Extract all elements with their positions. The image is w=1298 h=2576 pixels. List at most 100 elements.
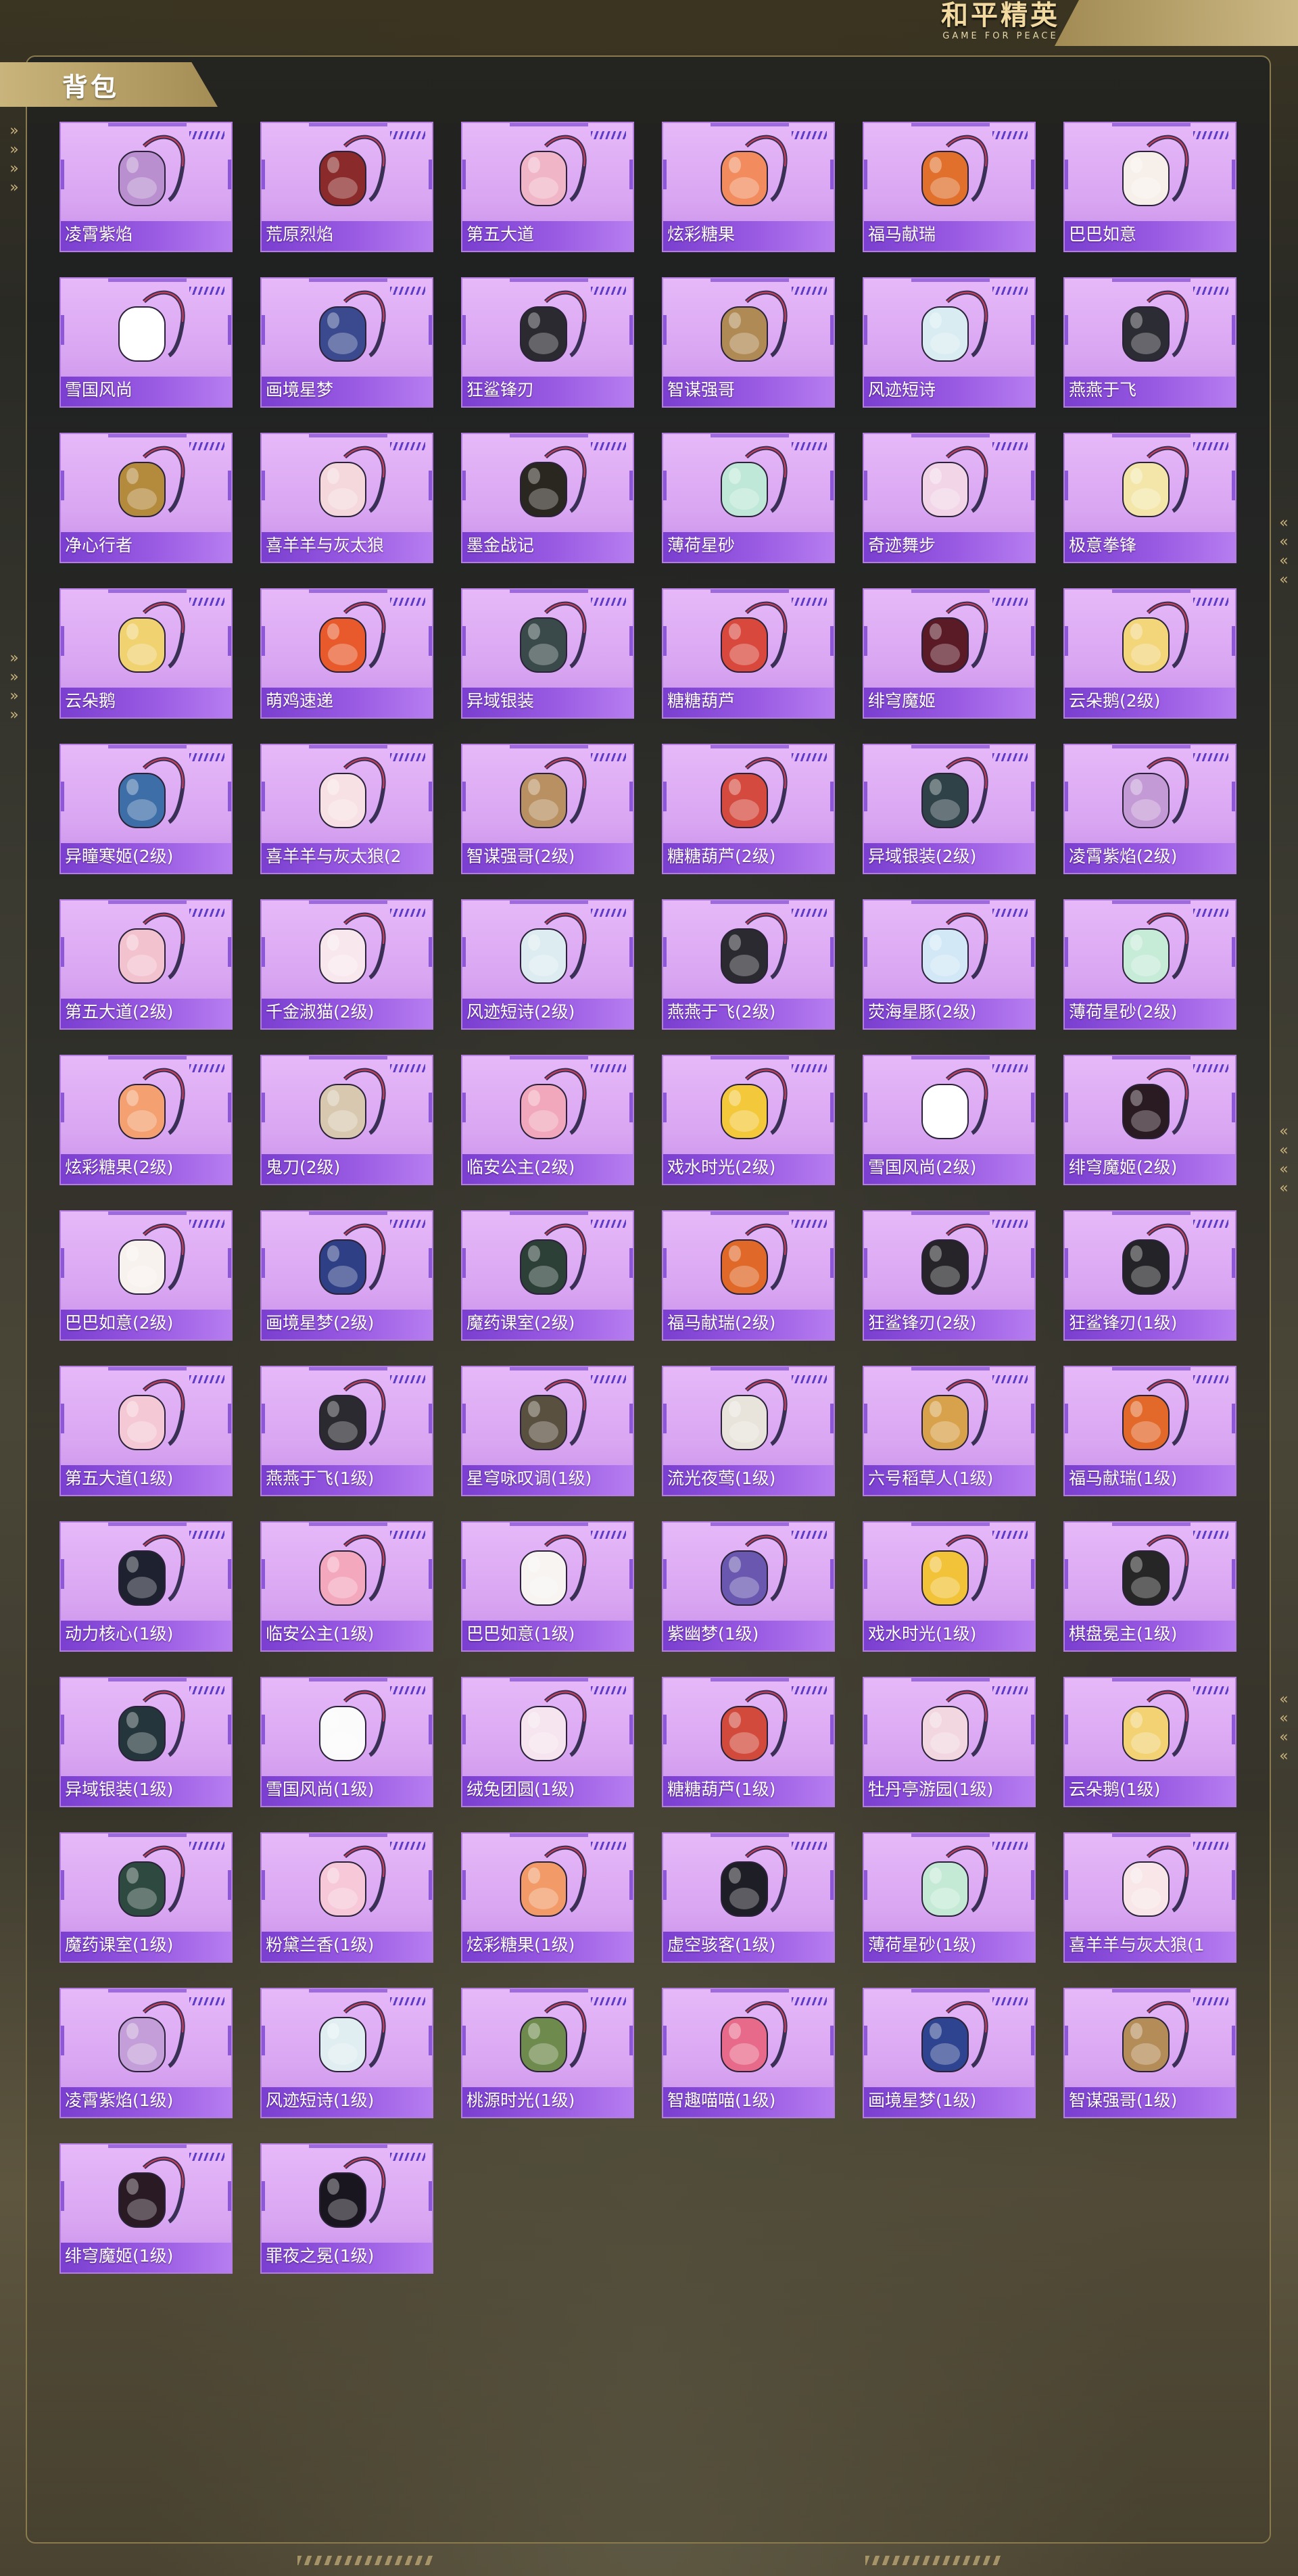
item-name: 喜羊羊与灰太狼 [266,535,385,555]
backpack-item-card[interactable]: 喜羊羊与灰太狼 [260,433,433,563]
item-name: 风迹短诗(1级) [266,2091,375,2110]
backpack-item-card[interactable]: 凌霄紫焰 [59,122,233,252]
backpack-item-card[interactable]: 巴巴如意(2级) [59,1210,233,1341]
backpack-item-card[interactable]: 狂鲨锋刃 [461,277,634,408]
backpack-item-card[interactable]: 鬼刀(2级) [260,1055,433,1185]
backpack-item-card[interactable]: 风迹短诗(1级) [260,1988,433,2118]
backpack-item-card[interactable]: 净心行者 [59,433,233,563]
backpack-item-card[interactable]: 荧海星豚(2级) [863,899,1036,1030]
backpack-item-card[interactable]: 粉黛兰香(1级) [260,1832,433,1963]
backpack-item-card[interactable]: 戏水时光(2级) [662,1055,835,1185]
card-edge-accent [1065,1248,1068,1278]
backpack-item-card[interactable]: 雪国风尚(1级) [260,1677,433,1807]
backpack-item-card[interactable]: 智趣喵喵(1级) [662,1988,835,2118]
backpack-item-card[interactable]: 临安公主(1级) [260,1521,433,1652]
backpack-item-card[interactable]: 巴巴如意(1级) [461,1521,634,1652]
backpack-item-card[interactable]: 画境星梦(1级) [863,1988,1036,2118]
rarity-stripes-icon [189,2153,224,2161]
backpack-item-card[interactable]: 千金淑猫(2级) [260,899,433,1030]
backpack-item-card[interactable]: 薄荷星砂(1级) [863,1832,1036,1963]
backpack-item-card[interactable]: 荒原烈焰 [260,122,433,252]
backpack-item-card[interactable]: 风迹短诗(2级) [461,899,634,1030]
backpack-item-card[interactable]: 智谋强哥(1级) [1063,1988,1236,2118]
backpack-item-card[interactable]: 福马献瑞(1级) [1063,1366,1236,1496]
backpack-item-card[interactable]: 画境星梦 [260,277,433,408]
backpack-item-card[interactable]: 狂鲨锋刃(1级) [1063,1210,1236,1341]
backpack-item-card[interactable]: 第五大道(2级) [59,899,233,1030]
backpack-item-card[interactable]: 薄荷星砂 [662,433,835,563]
backpack-item-card[interactable]: 智谋强哥 [662,277,835,408]
backpack-item-card[interactable]: 流光夜莺(1级) [662,1366,835,1496]
backpack-item-card[interactable]: 棋盘冕主(1级) [1063,1521,1236,1652]
backpack-item-card[interactable]: 异域银装(2级) [863,744,1036,874]
backpack-item-card[interactable]: 糖糖葫芦 [662,588,835,719]
backpack-item-card[interactable]: 炫彩糖果(2级) [59,1055,233,1185]
backpack-item-card[interactable]: 炫彩糖果(1级) [461,1832,634,1963]
card-edge-accent [262,1093,265,1122]
backpack-item-card[interactable]: 极意拳锋 [1063,433,1236,563]
rarity-stripes-icon [792,442,827,450]
backpack-item-card[interactable]: 燕燕于飞(2级) [662,899,835,1030]
backpack-item-card[interactable]: 虚空骇客(1级) [662,1832,835,1963]
backpack-item-card[interactable]: 糖糖葫芦(2级) [662,744,835,874]
card-edge-accent [61,937,64,967]
backpack-item-card[interactable]: 奇迹舞步 [863,433,1036,563]
item-name: 薄荷星砂 [667,535,736,555]
backpack-icon [118,1068,185,1139]
backpack-item-card[interactable]: 燕燕于飞 [1063,277,1236,408]
backpack-item-card[interactable]: 绯穹魔姬(1级) [59,2143,233,2274]
backpack-item-card[interactable]: 云朵鹅(1级) [1063,1677,1236,1807]
backpack-item-card[interactable]: 戏水时光(1级) [863,1521,1036,1652]
backpack-item-card[interactable]: 牡丹亭游园(1级) [863,1677,1036,1807]
backpack-item-card[interactable]: 薄荷星砂(2级) [1063,899,1236,1030]
backpack-item-card[interactable]: 星穹咏叹调(1级) [461,1366,634,1496]
backpack-item-card[interactable]: 绒兔团圆(1级) [461,1677,634,1807]
backpack-item-card[interactable]: 第五大道 [461,122,634,252]
backpack-item-card[interactable]: 动力核心(1级) [59,1521,233,1652]
backpack-item-card[interactable]: 智谋强哥(2级) [461,744,634,874]
backpack-item-card[interactable]: 喜羊羊与灰太狼(1 [1063,1832,1236,1963]
backpack-item-card[interactable]: 燕燕于飞(1级) [260,1366,433,1496]
backpack-item-card[interactable]: 墨金战记 [461,433,634,563]
backpack-item-card[interactable]: 紫幽梦(1级) [662,1521,835,1652]
card-edge-accent [462,1404,466,1433]
backpack-item-card[interactable]: 福马献瑞(2级) [662,1210,835,1341]
backpack-icon [921,1223,988,1295]
backpack-item-card[interactable]: 临安公主(2级) [461,1055,634,1185]
card-edge-accent [830,2026,834,2055]
backpack-item-card[interactable]: 魔药课室(2级) [461,1210,634,1341]
backpack-item-card[interactable]: 桃源时光(1级) [461,1988,634,2118]
backpack-item-card[interactable]: 罪夜之冕(1级) [260,2143,433,2274]
backpack-item-card[interactable]: 六号稻草人(1级) [863,1366,1036,1496]
backpack-item-card[interactable]: 狂鲨锋刃(2级) [863,1210,1036,1341]
backpack-item-card[interactable]: 喜羊羊与灰太狼(2 [260,744,433,874]
backpack-item-card[interactable]: 云朵鹅(2级) [1063,588,1236,719]
backpack-item-card[interactable]: 异域银装 [461,588,634,719]
card-edge-accent [1232,160,1235,189]
backpack-item-card[interactable]: 第五大道(1级) [59,1366,233,1496]
backpack-item-card[interactable]: 凌霄紫焰(2级) [1063,744,1236,874]
card-edge-accent [262,1870,265,1900]
backpack-item-card[interactable]: 异域银装(1级) [59,1677,233,1807]
backpack-item-card[interactable]: 雪国风尚 [59,277,233,408]
backpack-item-card[interactable]: 魔药课室(1级) [59,1832,233,1963]
backpack-item-card[interactable]: 炫彩糖果 [662,122,835,252]
backpack-item-card[interactable]: 雪国风尚(2级) [863,1055,1036,1185]
rarity-stripes-icon [992,1064,1028,1072]
backpack-item-card[interactable]: 云朵鹅 [59,588,233,719]
backpack-item-card[interactable]: 绯穹魔姬 [863,588,1036,719]
card-edge-accent [1232,1248,1235,1278]
backpack-item-card[interactable]: 异瞳寒姬(2级) [59,744,233,874]
rarity-stripes-icon [992,1997,1028,2005]
backpack-item-card[interactable]: 糖糖葫芦(1级) [662,1677,835,1807]
backpack-item-card[interactable]: 福马献瑞 [863,122,1036,252]
backpack-item-card[interactable]: 凌霄紫焰(1级) [59,1988,233,2118]
rarity-stripes-icon [591,131,626,139]
backpack-item-card[interactable]: 画境星梦(2级) [260,1210,433,1341]
backpack-item-card[interactable]: 萌鸡速递 [260,588,433,719]
item-name: 牡丹亭游园(1级) [868,1780,994,1799]
backpack-item-card[interactable]: 风迹短诗 [863,277,1036,408]
backpack-icon [1122,1379,1189,1450]
backpack-item-card[interactable]: 绯穹魔姬(2级) [1063,1055,1236,1185]
backpack-item-card[interactable]: 巴巴如意 [1063,122,1236,252]
